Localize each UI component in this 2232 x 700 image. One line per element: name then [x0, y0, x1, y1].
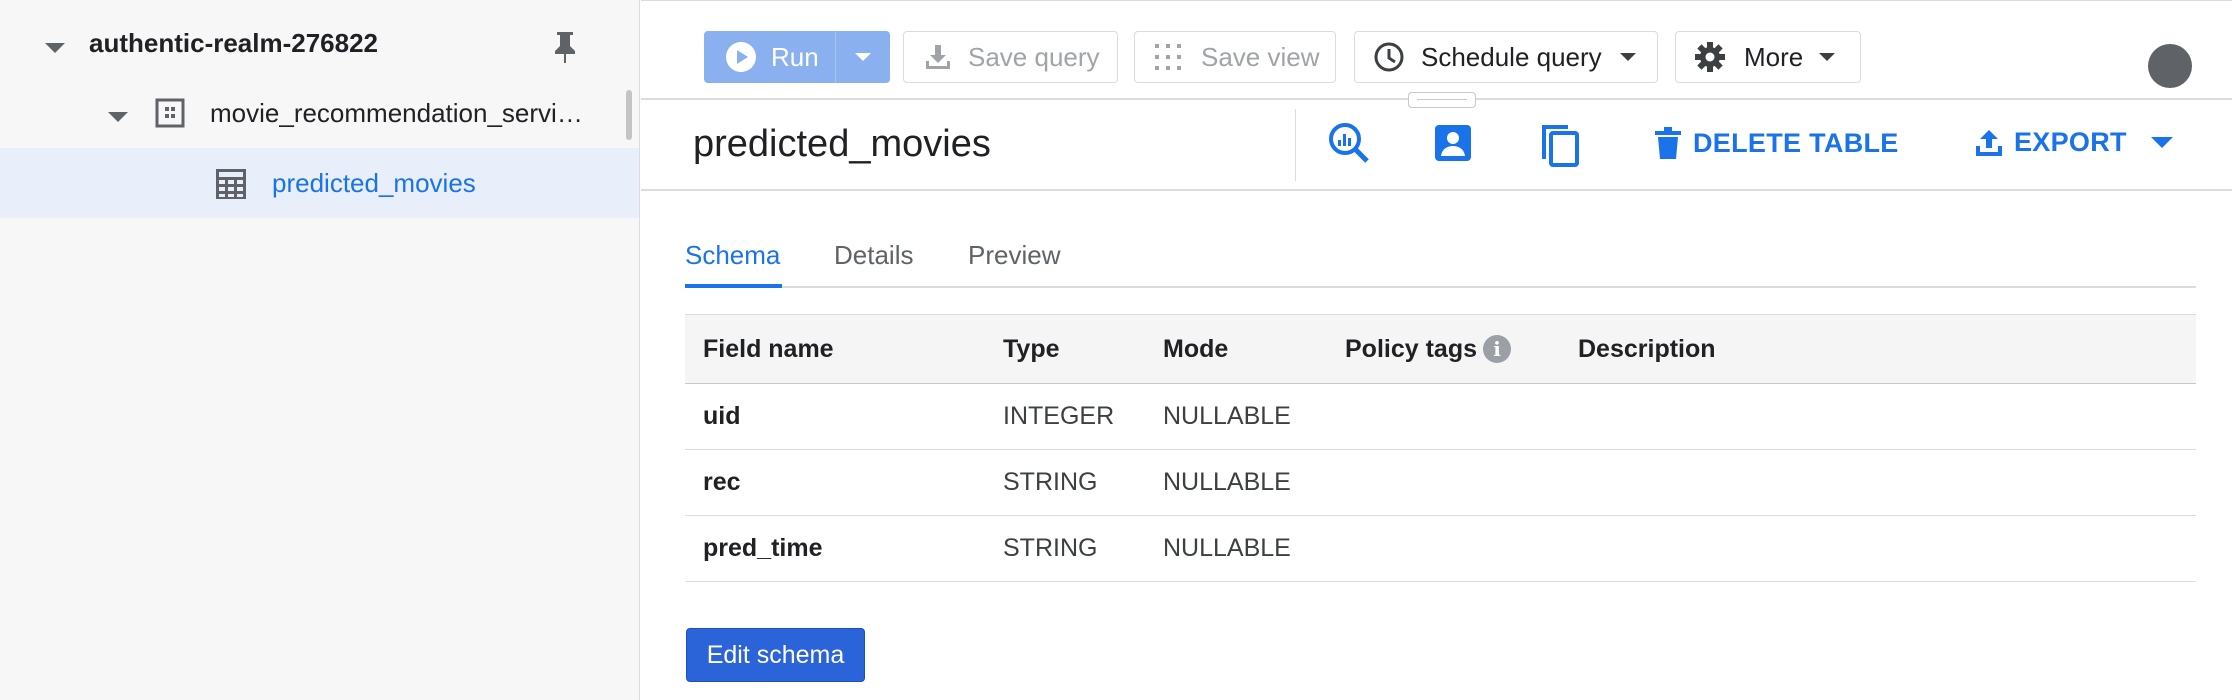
tab-schema[interactable]: Schema [685, 240, 780, 271]
sidebar-scrollbar[interactable] [626, 90, 632, 140]
type-cell: INTEGER [1003, 402, 1115, 430]
gear-icon [1694, 41, 1726, 73]
dataset-label: movie_recommendation_servi… [210, 97, 583, 128]
tab-details[interactable]: Details [834, 240, 913, 271]
chevron-down-icon [1819, 53, 1836, 61]
column-header-policy-tags: Policy tags i [1345, 315, 1511, 383]
table-header-bar: predicted_movies DELETE TABLE EXPORT [641, 101, 2232, 191]
column-header-description: Description [1578, 334, 1716, 363]
type-cell: STRING [1003, 468, 1098, 496]
policy-tags-label: Policy tags [1345, 334, 1477, 363]
collapse-caret-icon[interactable] [108, 112, 128, 122]
tree-item-dataset[interactable]: movie_recommendation_servi… [0, 78, 639, 148]
view-grid-icon [1153, 42, 1183, 72]
query-table-icon[interactable] [1327, 121, 1371, 165]
field-name-cell: rec [703, 468, 741, 496]
save-query-label: Save query [968, 41, 1100, 72]
column-header-field-name: Field name [703, 334, 834, 363]
clock-icon [1373, 41, 1405, 73]
detail-tabs: Schema Details Preview [685, 222, 2196, 288]
collapse-caret-icon[interactable] [45, 43, 65, 53]
edit-schema-button[interactable]: Edit schema [686, 628, 865, 682]
copy-table-icon[interactable] [1536, 121, 1582, 169]
page-title: predicted_movies [693, 123, 991, 165]
mode-cell: NULLABLE [1163, 468, 1291, 496]
save-query-button[interactable]: Save query [903, 31, 1118, 83]
query-toolbar: Run Save query Save view Schedule query … [641, 0, 2232, 100]
column-header-type: Type [1003, 334, 1060, 363]
save-view-label: Save view [1201, 41, 1320, 72]
delete-table-button[interactable]: DELETE TABLE [1655, 127, 1899, 159]
export-button[interactable]: EXPORT [1974, 127, 2173, 158]
mode-cell: NULLABLE [1163, 534, 1291, 562]
table-label: predicted_movies [272, 167, 476, 198]
explorer-sidebar: authentic-realm-276822 movie_recommendat… [0, 0, 640, 700]
run-button[interactable]: Run [704, 31, 835, 83]
schedule-query-label: Schedule query [1421, 41, 1602, 72]
table-header-row: Field name Type Mode Policy tags i Descr… [685, 314, 2196, 384]
run-options-dropdown[interactable] [835, 31, 890, 83]
more-button[interactable]: More [1675, 31, 1861, 83]
project-label: authentic-realm-276822 [89, 27, 379, 58]
save-view-button[interactable]: Save view [1134, 31, 1336, 83]
header-divider [1295, 109, 1296, 181]
dataset-icon [155, 98, 185, 128]
trash-icon [1655, 127, 1681, 159]
mode-cell: NULLABLE [1163, 402, 1291, 430]
type-cell: STRING [1003, 534, 1098, 562]
column-header-mode: Mode [1163, 334, 1229, 363]
play-icon [725, 41, 757, 73]
schedule-query-button[interactable]: Schedule query [1354, 31, 1658, 83]
field-name-cell: pred_time [703, 534, 823, 562]
tree-item-project[interactable]: authentic-realm-276822 [0, 8, 639, 78]
schema-table: Field name Type Mode Policy tags i Descr… [685, 314, 2196, 582]
avatar[interactable] [2148, 44, 2192, 88]
run-label: Run [771, 41, 819, 72]
delete-table-label: DELETE TABLE [1693, 127, 1899, 158]
table-row: rec STRING NULLABLE [685, 450, 2196, 516]
tree-item-table[interactable]: predicted_movies [0, 148, 639, 218]
chevron-down-icon [854, 53, 871, 61]
table-icon [215, 168, 247, 200]
chevron-down-icon [2150, 137, 2173, 148]
export-label: EXPORT [2014, 127, 2127, 157]
save-download-icon [924, 43, 952, 71]
more-label: More [1744, 41, 1804, 72]
share-table-icon[interactable] [1431, 121, 1475, 165]
chevron-down-icon [1619, 53, 1636, 61]
active-tab-indicator [685, 284, 782, 288]
table-row: uid INTEGER NULLABLE [685, 384, 2196, 450]
field-name-cell: uid [703, 402, 741, 430]
tab-preview[interactable]: Preview [968, 240, 1060, 271]
table-row: pred_time STRING NULLABLE [685, 516, 2196, 582]
pin-icon[interactable] [552, 30, 578, 64]
info-icon[interactable]: i [1483, 335, 1511, 363]
upload-icon [1974, 128, 2004, 158]
